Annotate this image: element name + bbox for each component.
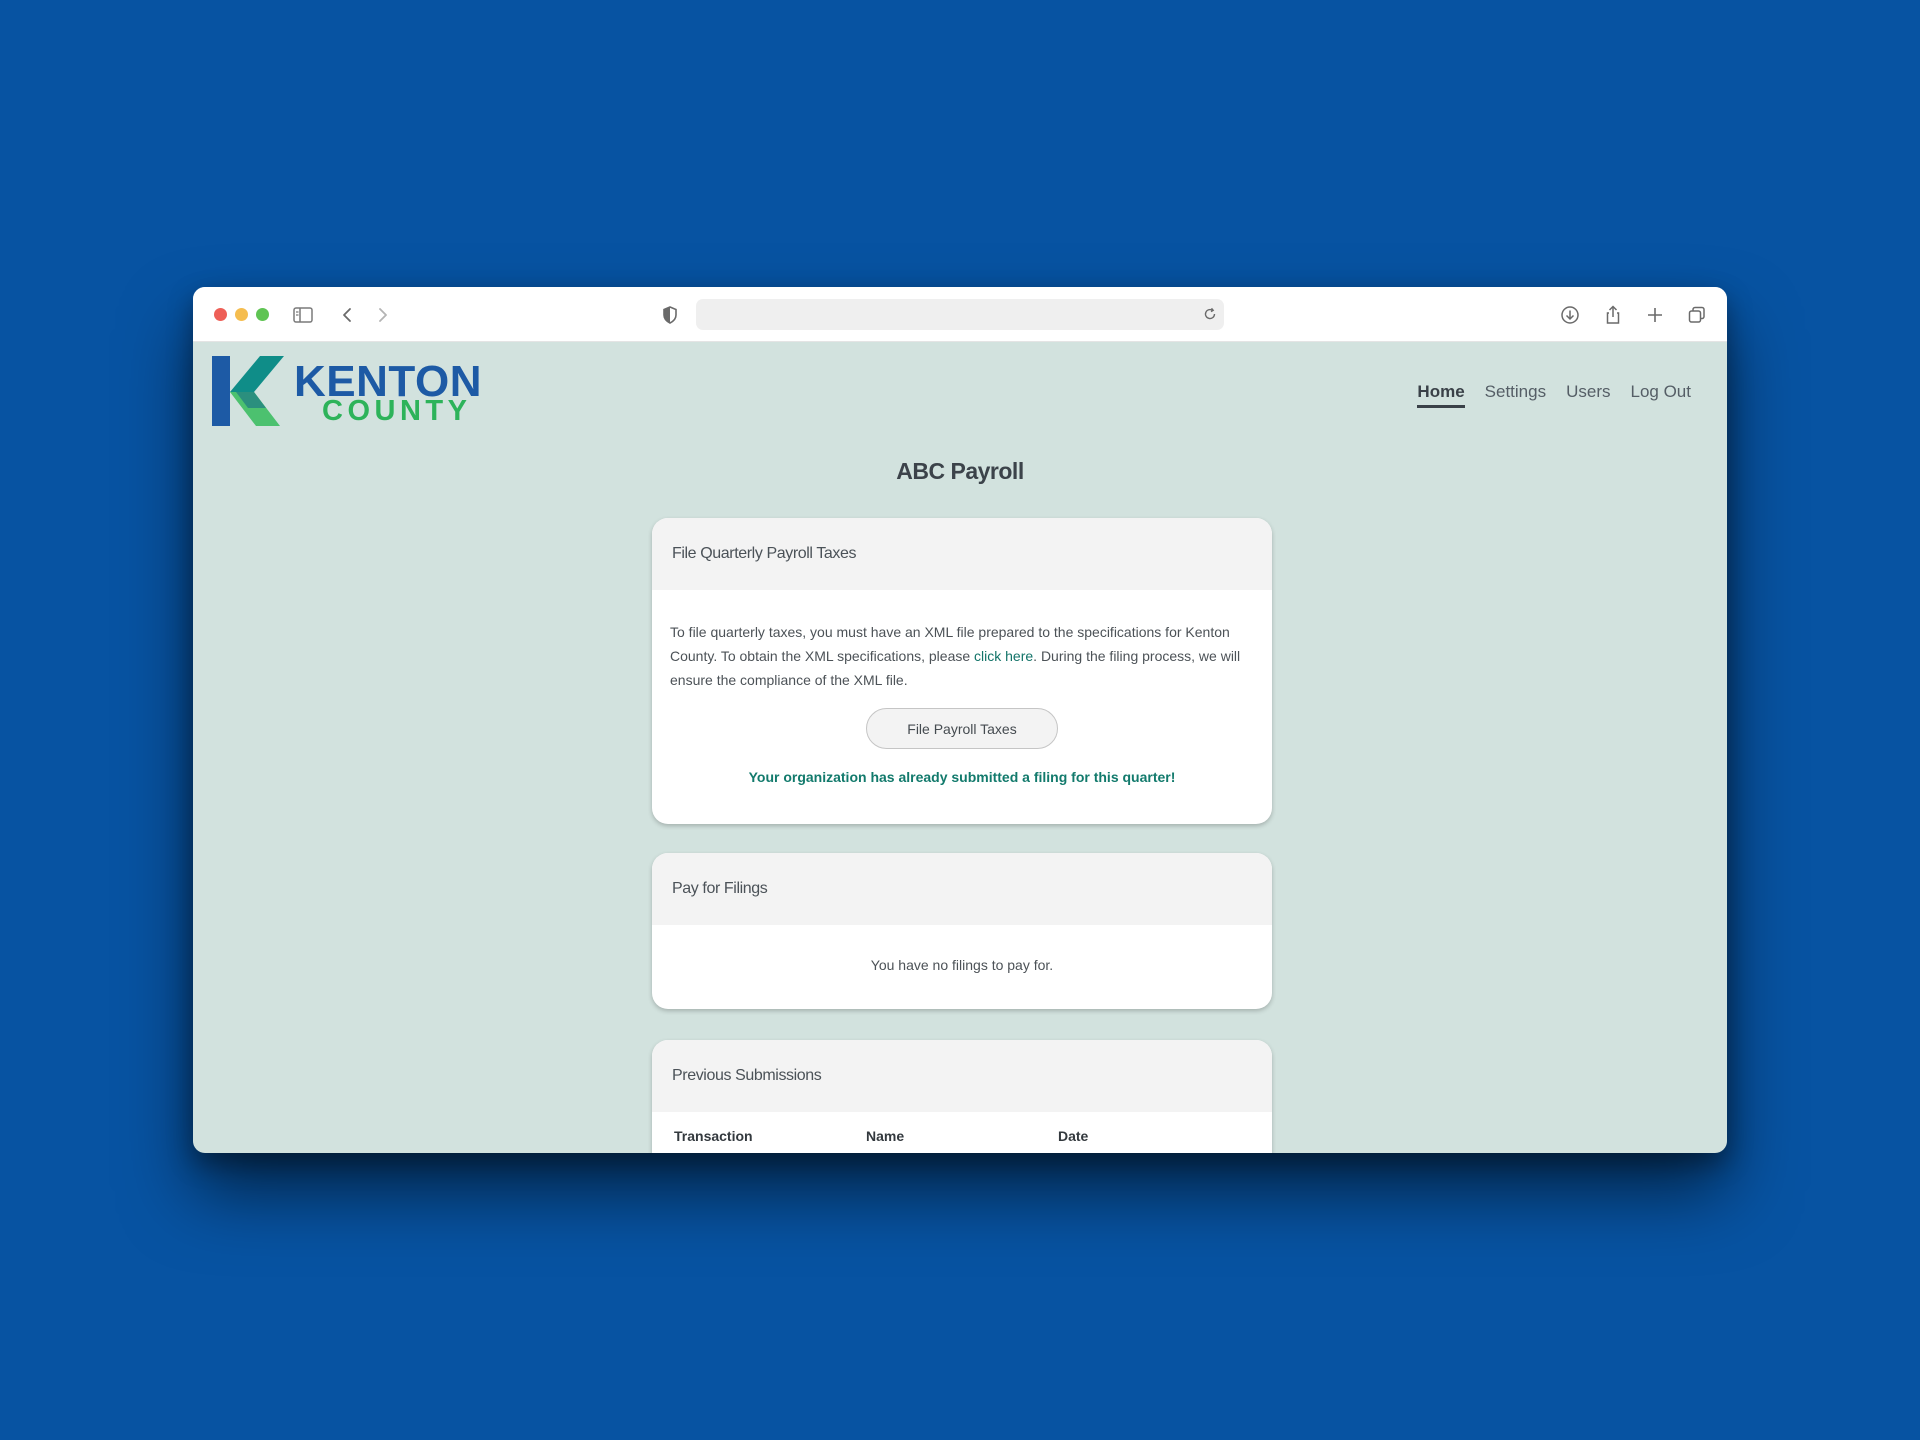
close-window-button[interactable]	[214, 308, 227, 321]
page-title: ABC Payroll	[896, 458, 1024, 484]
file-taxes-card: File Quarterly Payroll Taxes To file qua…	[652, 518, 1272, 824]
minimize-window-button[interactable]	[235, 308, 248, 321]
sidebar-icon[interactable]	[292, 304, 314, 326]
file-taxes-description: To file quarterly taxes, you must have a…	[670, 620, 1254, 692]
tabs-overview-icon[interactable]	[1686, 304, 1708, 326]
column-transaction[interactable]: Transaction	[674, 1128, 866, 1144]
nav-settings[interactable]: Settings	[1485, 382, 1546, 408]
main-nav: Home Settings Users Log Out	[1417, 382, 1691, 408]
forward-icon[interactable]	[371, 304, 393, 326]
nav-home[interactable]: Home	[1417, 382, 1465, 408]
logo-k-mark	[212, 356, 284, 426]
logo-text-county: COUNTY	[322, 395, 472, 427]
page-content: KENTON COUNTY Home Settings Users Log Ou…	[193, 342, 1727, 1153]
previous-submissions-card: Previous Submissions Transaction Name Da…	[652, 1040, 1272, 1153]
file-payroll-taxes-button[interactable]: File Payroll Taxes	[866, 708, 1058, 749]
file-taxes-header: File Quarterly Payroll Taxes	[652, 518, 1272, 590]
pay-filings-card: Pay for Filings You have no filings to p…	[652, 853, 1272, 1009]
browser-toolbar	[193, 287, 1727, 342]
column-date[interactable]: Date	[1058, 1128, 1250, 1144]
address-bar[interactable]	[696, 299, 1224, 330]
kenton-county-logo[interactable]: KENTON COUNTY	[210, 352, 481, 428]
no-filings-message: You have no filings to pay for.	[870, 957, 1054, 973]
download-icon[interactable]	[1559, 304, 1581, 326]
pay-filings-header: Pay for Filings	[652, 853, 1272, 925]
new-tab-icon[interactable]	[1644, 304, 1666, 326]
column-name[interactable]: Name	[866, 1128, 1058, 1144]
nav-users[interactable]: Users	[1566, 382, 1610, 408]
previous-submissions-header: Previous Submissions	[652, 1040, 1272, 1112]
share-icon[interactable]	[1602, 304, 1624, 326]
back-icon[interactable]	[337, 304, 359, 326]
zoom-window-button[interactable]	[256, 308, 269, 321]
xml-spec-link[interactable]: click here	[974, 648, 1033, 664]
shield-icon[interactable]	[659, 304, 681, 326]
nav-log-out[interactable]: Log Out	[1631, 382, 1692, 408]
filing-status-message: Your organization has already submitted …	[748, 769, 1176, 785]
browser-window: KENTON COUNTY Home Settings Users Log Ou…	[193, 287, 1727, 1153]
submissions-table-header: Transaction Name Date	[652, 1112, 1272, 1144]
reload-icon[interactable]	[1202, 306, 1218, 327]
